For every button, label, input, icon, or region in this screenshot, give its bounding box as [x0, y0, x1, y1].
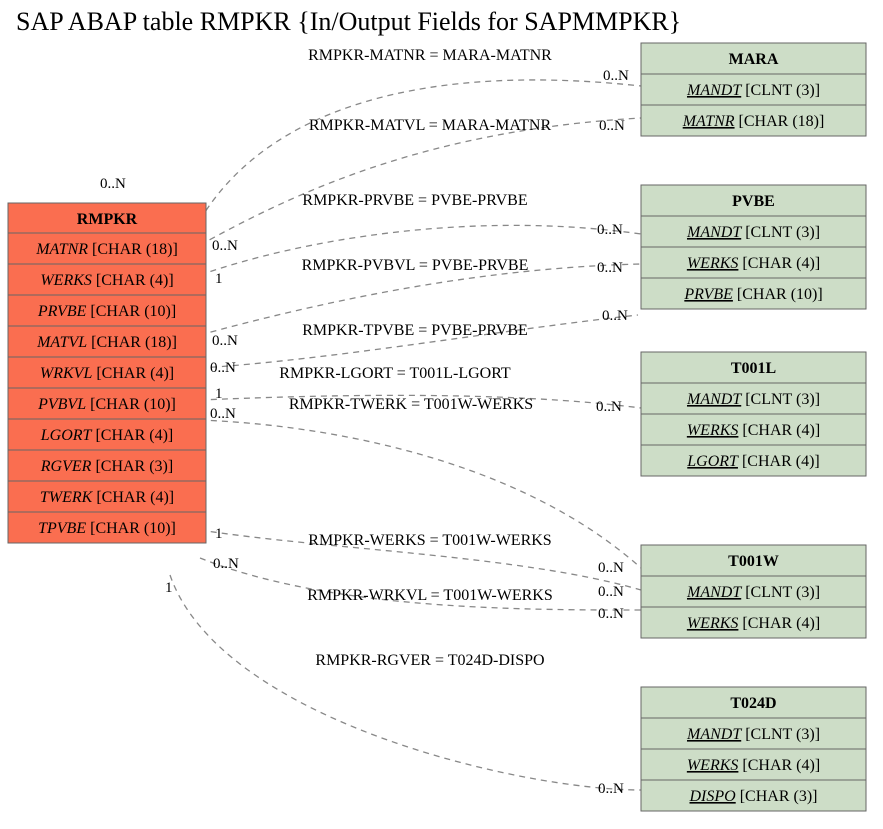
- table-mara: MARA MANDT [CLNT (3)] MATNR [CHAR (18)]: [641, 43, 866, 136]
- table-t001w: T001W MANDT [CLNT (3)] WERKS [CHAR (4)]: [641, 545, 866, 638]
- er-diagram: SAP ABAP table RMPKR {In/Output Fields f…: [0, 0, 883, 829]
- cardinality: 0..N: [599, 118, 625, 134]
- cardinality: 0..N: [602, 308, 628, 324]
- edge: [170, 575, 641, 790]
- cardinality: 0..N: [212, 238, 238, 254]
- relation-label: RMPKR-RGVER = T024D-DISPO: [315, 652, 544, 669]
- table-name: PVBE: [732, 193, 775, 210]
- table-field: MANDT [CLNT (3)]: [686, 391, 820, 408]
- table-field: PRVBE [CHAR (10)]: [683, 286, 822, 303]
- table-field: WERKS [CHAR (4)]: [687, 757, 820, 774]
- cardinality: 0..N: [598, 606, 624, 622]
- relation-label: RMPKR-PRVBE = PVBE-PRVBE: [302, 192, 527, 209]
- table-field: TPVBE [CHAR (10)]: [38, 520, 176, 537]
- cardinality: 0..N: [597, 260, 623, 276]
- diagram-title: SAP ABAP table RMPKR {In/Output Fields f…: [16, 7, 681, 36]
- table-pvbe: PVBE MANDT [CLNT (3)] WERKS [CHAR (4)] PRVB…: [641, 185, 866, 309]
- table-field: WRKVL [CHAR (4)]: [40, 365, 174, 382]
- cardinality: 1: [165, 580, 173, 596]
- cardinality: 0..N: [212, 333, 238, 349]
- cardinality: 0..N: [213, 556, 239, 572]
- table-field: WERKS [CHAR (4)]: [687, 255, 820, 272]
- table-field: LGORT [CHAR (4)]: [40, 427, 173, 444]
- table-field: WERKS [CHAR (4)]: [687, 615, 820, 632]
- cardinality: 0..N: [596, 399, 622, 415]
- relation-label: RMPKR-TPVBE = PVBE-PRVBE: [302, 322, 528, 339]
- table-field: DISPO [CHAR (3)]: [689, 788, 818, 805]
- cardinality: 1: [215, 386, 223, 402]
- table-name: RMPKR: [77, 211, 138, 228]
- table-field: WERKS [CHAR (4)]: [687, 422, 820, 439]
- table-rmpkr: RMPKR MATNR [CHAR (18)] WERKS [CHAR (4)] P…: [8, 203, 206, 543]
- table-name: T001L: [731, 360, 776, 377]
- table-field: MATNR [CHAR (18)]: [35, 241, 178, 258]
- relation-label: RMPKR-TWERK = T001W-WERKS: [289, 396, 533, 413]
- cardinality: 1: [215, 271, 223, 287]
- relation-label: RMPKR-PVBVL = PVBE-PRVBE: [302, 257, 529, 274]
- table-field: MANDT [CLNT (3)]: [686, 224, 820, 241]
- relation-label: RMPKR-WERKS = T001W-WERKS: [308, 532, 551, 549]
- table-field: MATVL [CHAR (18)]: [36, 334, 177, 351]
- cardinality: 0..N: [100, 176, 126, 192]
- table-field: WERKS [CHAR (4)]: [40, 272, 173, 289]
- relation-label: RMPKR-WRKVL = T001W-WERKS: [307, 587, 552, 604]
- table-field: MANDT [CLNT (3)]: [686, 726, 820, 743]
- cardinality: 0..N: [210, 360, 236, 376]
- cardinality: 1: [215, 526, 223, 542]
- table-name: MARA: [729, 51, 779, 68]
- table-name: T024D: [730, 695, 776, 712]
- table-field: PRVBE [CHAR (10)]: [37, 303, 176, 320]
- cardinality: 0..N: [597, 222, 623, 238]
- table-t001l: T001L MANDT [CLNT (3)] WERKS [CHAR (4)] LGO…: [641, 352, 866, 476]
- table-field: RGVER [CHAR (3)]: [40, 458, 173, 475]
- cardinality: 0..N: [598, 560, 624, 576]
- edge: [200, 118, 641, 245]
- table-t024d: T024D MANDT [CLNT (3)] WERKS [CHAR (4)] DIS…: [641, 687, 866, 811]
- table-field: TWERK [CHAR (4)]: [40, 489, 174, 506]
- relation-label: RMPKR-MATNR = MARA-MATNR: [308, 47, 552, 64]
- table-field: MANDT [CLNT (3)]: [686, 584, 820, 601]
- cardinality: 0..N: [598, 584, 624, 600]
- table-field: LGORT [CHAR (4)]: [686, 453, 819, 470]
- cardinality: 0..N: [603, 68, 629, 84]
- cardinality: 0..N: [598, 781, 624, 797]
- table-field: PVBVL [CHAR (10)]: [37, 396, 176, 413]
- table-field: MANDT [CLNT (3)]: [686, 82, 820, 99]
- relation-label: RMPKR-MATVL = MARA-MATNR: [309, 117, 552, 134]
- table-field: MATNR [CHAR (18)]: [682, 113, 825, 130]
- cardinality: 0..N: [210, 406, 236, 422]
- relation-label: RMPKR-LGORT = T001L-LGORT: [279, 365, 511, 382]
- table-name: T001W: [728, 553, 779, 570]
